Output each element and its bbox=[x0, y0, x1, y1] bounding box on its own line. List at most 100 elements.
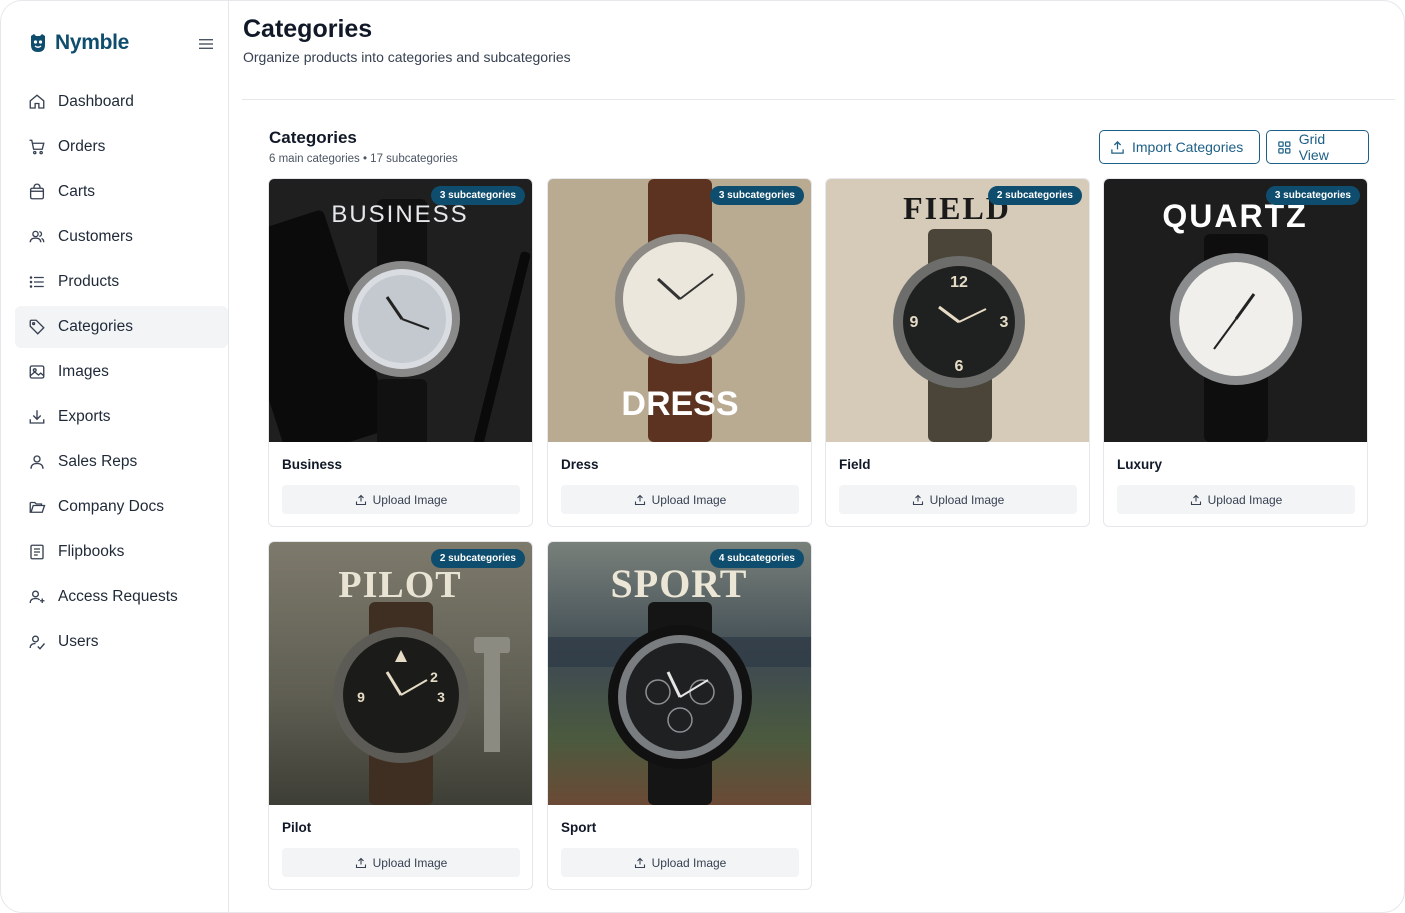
grid-view-label: Grid View bbox=[1298, 131, 1329, 163]
upload-icon bbox=[634, 857, 645, 868]
sidebar-item-users[interactable]: Users bbox=[15, 621, 228, 663]
svg-text:9: 9 bbox=[910, 314, 919, 331]
subcategories-badge: 2 subcategories bbox=[430, 549, 525, 568]
category-card[interactable]: 2 3 9 PILOT 2 subcategories Pilot Upload… bbox=[268, 541, 533, 890]
sidebar-item-customers[interactable]: Customers bbox=[15, 216, 228, 258]
category-card[interactable]: DRESS 3 subcategories Dress Upload Image bbox=[547, 178, 812, 527]
category-card[interactable]: BUSINESS 3 subcategories Business Upload… bbox=[268, 178, 533, 527]
sidebar-item-carts[interactable]: Carts bbox=[15, 171, 228, 213]
upload-icon bbox=[1111, 140, 1124, 154]
folder-icon bbox=[29, 501, 46, 513]
category-card[interactable]: QUARTZ 3 subcategories Luxury Upload Ima… bbox=[1103, 178, 1368, 527]
user-plus-icon bbox=[29, 590, 45, 604]
sidebar-item-label: Orders bbox=[58, 138, 106, 155]
category-image[interactable]: SPORT 4 subcategories bbox=[548, 542, 811, 805]
image-icon bbox=[29, 365, 45, 379]
upload-icon bbox=[355, 494, 366, 505]
subcategories-badge: 4 subcategories bbox=[709, 549, 804, 568]
category-name: Dress bbox=[561, 457, 599, 472]
category-card[interactable]: 12 3 6 9 FIELD 2 subcategories Field Upl… bbox=[825, 178, 1090, 527]
sidebar-item-label: Company Docs bbox=[58, 498, 164, 515]
category-name: Luxury bbox=[1117, 457, 1163, 472]
sidebar-item-exports[interactable]: Exports bbox=[15, 396, 228, 438]
upload-image-label: Upload Image bbox=[651, 855, 727, 870]
upload-image-label: Upload Image bbox=[372, 492, 448, 507]
sidebar-item-flipbooks[interactable]: Flipbooks bbox=[15, 531, 228, 573]
category-image[interactable]: 12 3 6 9 FIELD 2 subcategories bbox=[826, 179, 1089, 442]
sidebar-item-label: Exports bbox=[58, 408, 111, 425]
category-name: Pilot bbox=[282, 820, 312, 835]
sidebar-item-label: Dashboard bbox=[58, 93, 134, 110]
sidebar-item-categories[interactable]: Categories bbox=[15, 306, 228, 348]
user-check-icon bbox=[29, 635, 46, 650]
category-card[interactable]: SPORT 4 subcategories Sport Upload Image bbox=[547, 541, 812, 890]
category-name: Sport bbox=[561, 820, 597, 835]
sidebar: Nymble Dashboard Orders Carts Customers bbox=[1, 1, 229, 912]
sidebar-item-orders[interactable]: Orders bbox=[15, 126, 228, 168]
app-window: Nymble Dashboard Orders Carts Customers bbox=[0, 0, 1405, 913]
sidebar-item-label: Products bbox=[58, 273, 120, 290]
brand[interactable]: Nymble bbox=[29, 31, 129, 55]
sidebar-item-label: Images bbox=[58, 363, 109, 380]
category-image-text: PILOT bbox=[338, 564, 461, 606]
upload-icon bbox=[1190, 494, 1201, 505]
brand-name: Nymble bbox=[55, 31, 130, 54]
category-image-text: DRESS bbox=[621, 385, 738, 423]
sidebar-nav: Dashboard Orders Carts Customers Product… bbox=[15, 81, 228, 666]
category-image-text: BUSINESS bbox=[331, 201, 468, 228]
user-icon bbox=[30, 455, 44, 469]
sidebar-item-dashboard[interactable]: Dashboard bbox=[15, 81, 228, 123]
menu-toggle-icon[interactable] bbox=[198, 37, 214, 51]
upload-image-label: Upload Image bbox=[929, 492, 1005, 507]
upload-image-label: Upload Image bbox=[372, 855, 448, 870]
section-meta: 6 main categories • 17 subcategories bbox=[269, 153, 458, 165]
upload-image-button[interactable]: Upload Image bbox=[839, 485, 1077, 514]
home-icon bbox=[29, 94, 45, 109]
subcategories-badge: 3 subcategories bbox=[709, 186, 804, 205]
section-title: Categories bbox=[269, 128, 357, 147]
sidebar-item-label: Sales Reps bbox=[58, 453, 138, 470]
upload-image-button[interactable]: Upload Image bbox=[561, 485, 799, 514]
download-icon bbox=[29, 410, 45, 424]
upload-image-button[interactable]: Upload Image bbox=[1117, 485, 1355, 514]
main-content: Categories Organize products into catego… bbox=[230, 1, 1404, 912]
grid-view-button[interactable]: Grid View bbox=[1266, 130, 1369, 164]
svg-text:9: 9 bbox=[357, 689, 365, 705]
header-divider bbox=[242, 99, 1395, 100]
sidebar-item-sales-reps[interactable]: Sales Reps bbox=[15, 441, 228, 483]
upload-image-label: Upload Image bbox=[651, 492, 727, 507]
cart-icon bbox=[29, 139, 45, 155]
grid-icon bbox=[1278, 140, 1291, 154]
category-image[interactable]: BUSINESS 3 subcategories bbox=[269, 179, 532, 442]
svg-text:3: 3 bbox=[437, 689, 445, 705]
sidebar-item-label: Categories bbox=[58, 318, 133, 335]
category-name: Field bbox=[839, 457, 871, 472]
svg-text:2: 2 bbox=[430, 669, 438, 685]
sidebar-item-images[interactable]: Images bbox=[15, 351, 228, 393]
page-subtitle: Organize products into categories and su… bbox=[243, 49, 571, 65]
sidebar-item-label: Carts bbox=[58, 183, 96, 200]
upload-image-button[interactable]: Upload Image bbox=[282, 848, 520, 877]
list-icon bbox=[29, 276, 44, 288]
svg-text:3: 3 bbox=[1000, 314, 1009, 331]
category-name: Business bbox=[282, 457, 343, 472]
svg-text:12: 12 bbox=[950, 274, 968, 291]
sidebar-item-products[interactable]: Products bbox=[15, 261, 228, 303]
import-categories-label: Import Categories bbox=[1132, 139, 1244, 155]
upload-image-button[interactable]: Upload Image bbox=[561, 848, 799, 877]
upload-image-label: Upload Image bbox=[1207, 492, 1283, 507]
category-image[interactable]: DRESS 3 subcategories bbox=[548, 179, 811, 442]
sidebar-item-label: Access Requests bbox=[58, 588, 178, 605]
sidebar-item-access-requests[interactable]: Access Requests bbox=[15, 576, 228, 618]
category-image[interactable]: 2 3 9 PILOT 2 subcategories bbox=[269, 542, 532, 805]
upload-image-button[interactable]: Upload Image bbox=[282, 485, 520, 514]
subcategories-badge: 3 subcategories bbox=[1265, 186, 1360, 205]
import-categories-button[interactable]: Import Categories bbox=[1099, 130, 1260, 164]
bag-icon bbox=[29, 183, 45, 200]
brand-logo-icon bbox=[31, 34, 45, 52]
sidebar-item-company-docs[interactable]: Company Docs bbox=[15, 486, 228, 528]
sidebar-item-label: Customers bbox=[58, 228, 133, 245]
category-image[interactable]: QUARTZ 3 subcategories bbox=[1104, 179, 1367, 442]
sidebar-item-label: Flipbooks bbox=[58, 543, 125, 560]
users-icon bbox=[29, 230, 45, 243]
